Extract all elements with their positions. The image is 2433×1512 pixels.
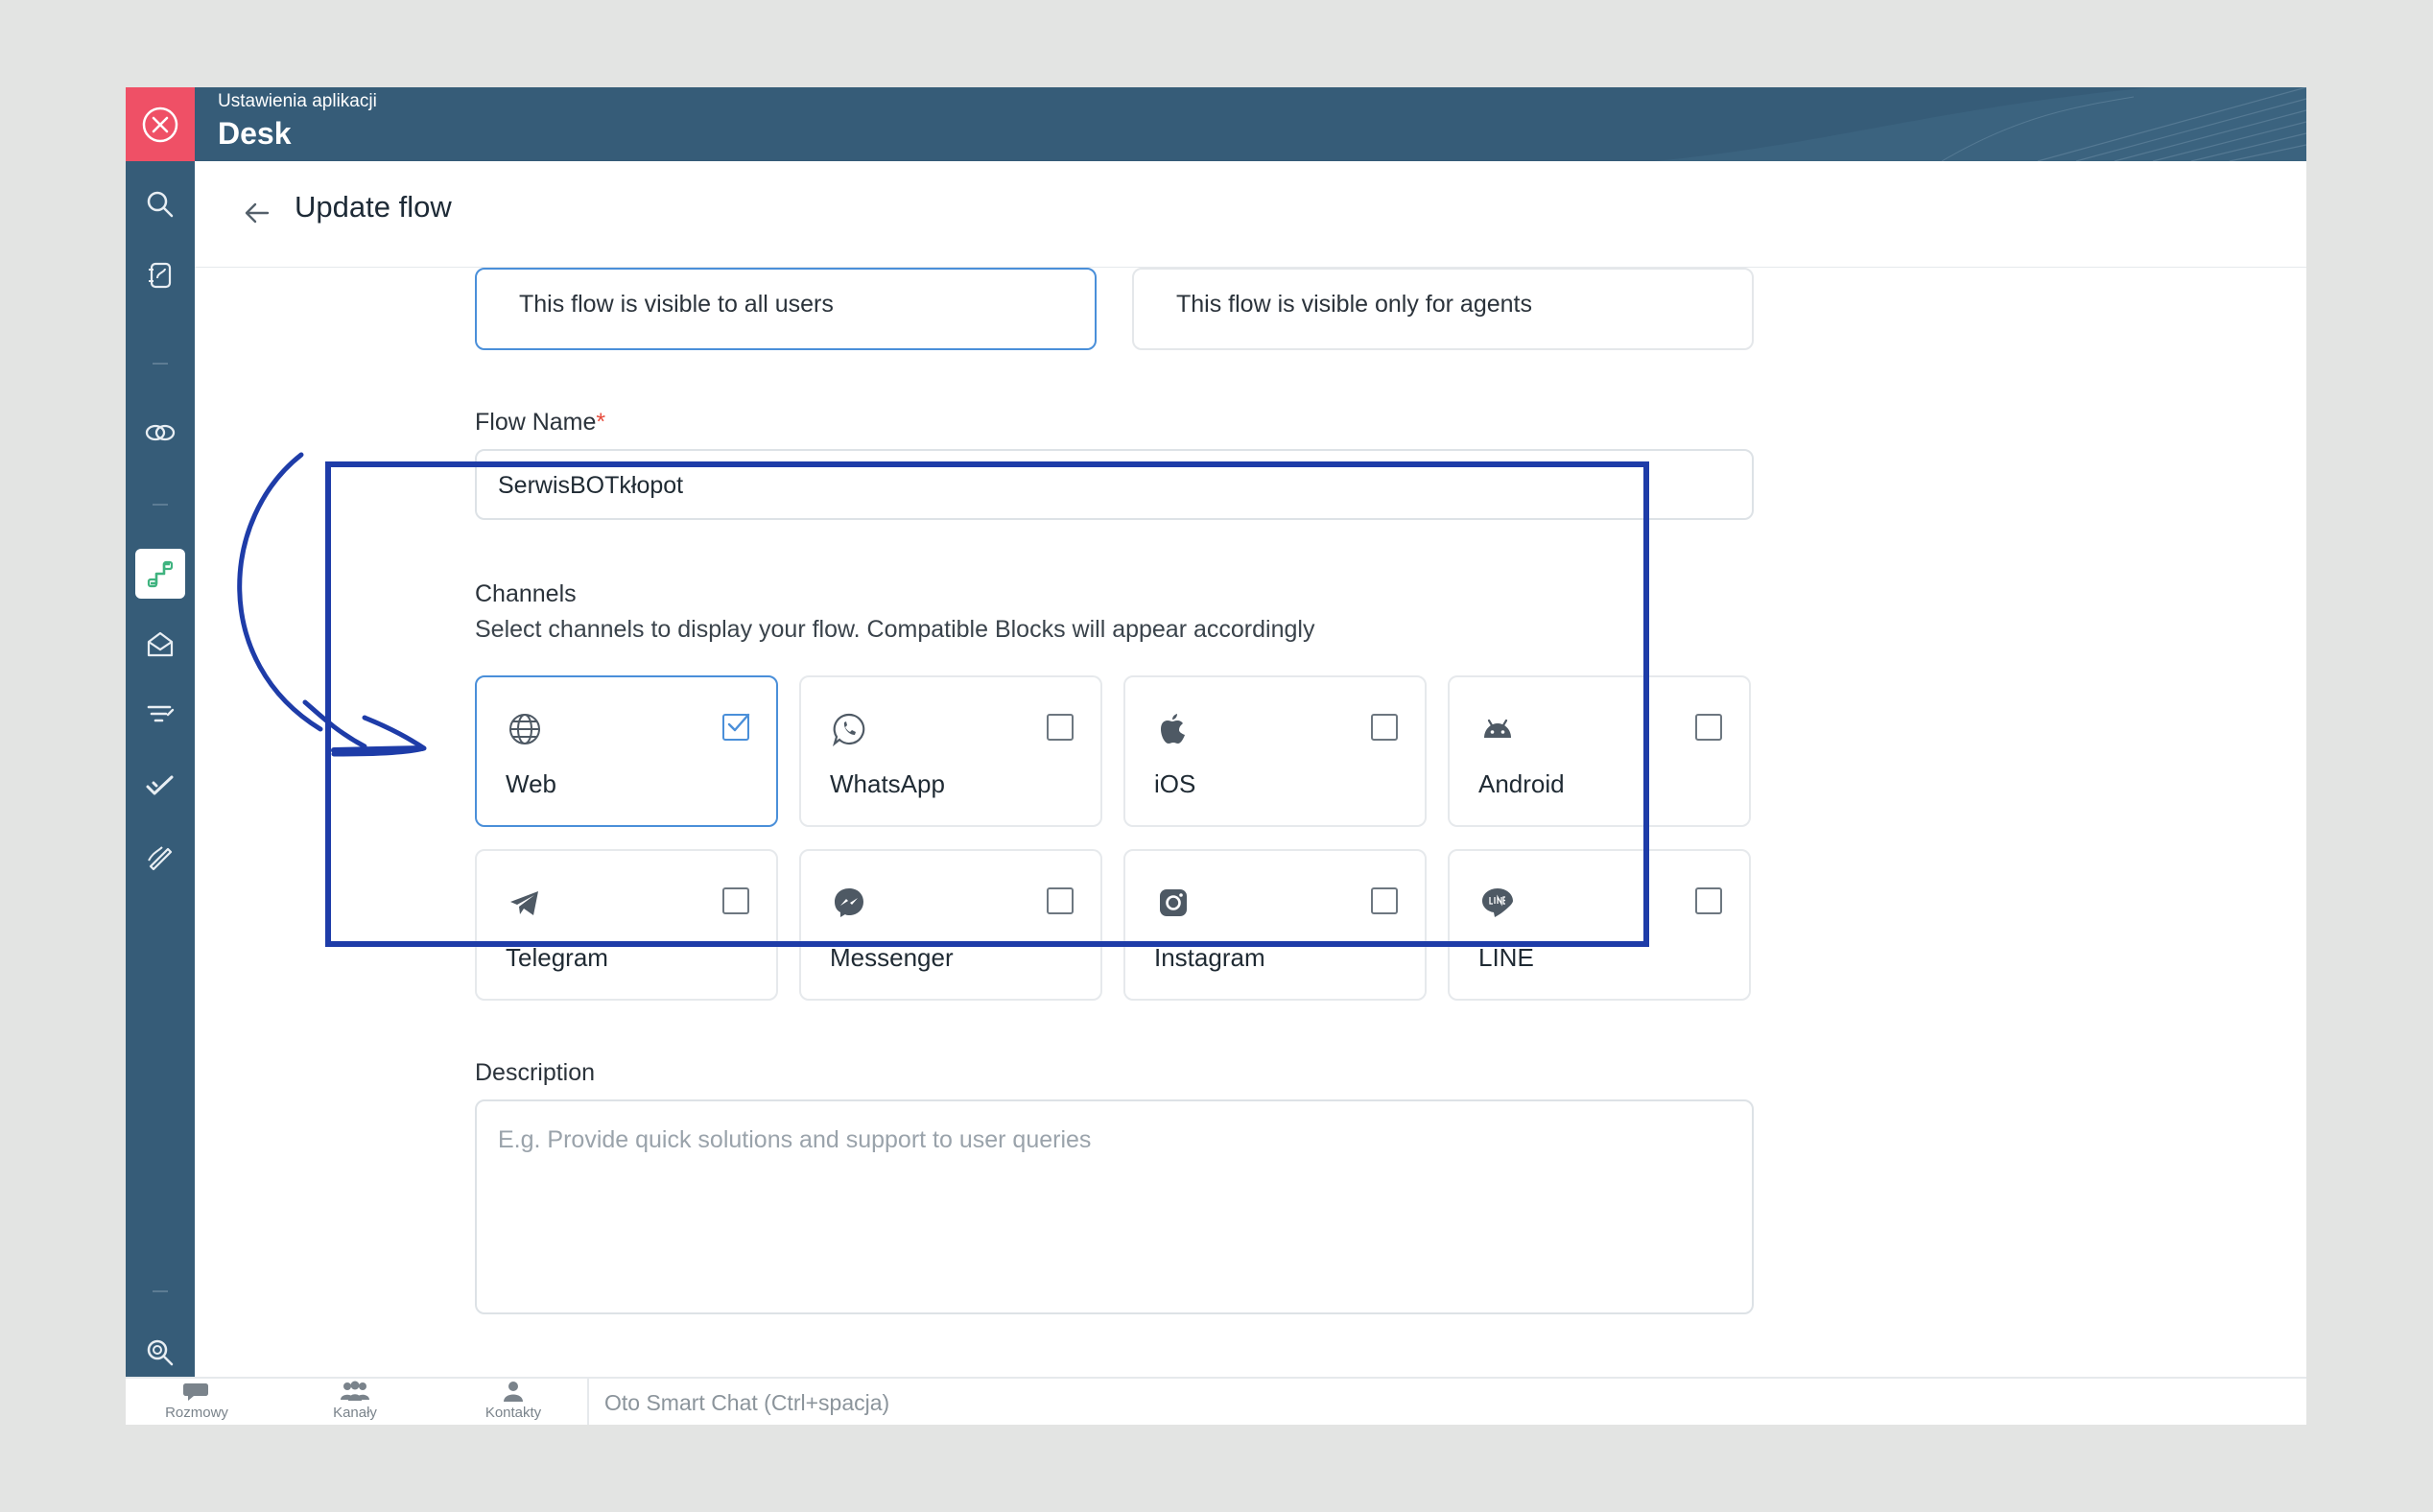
- flow-name-label: Flow Name*: [475, 409, 606, 436]
- filter-icon: [147, 705, 175, 722]
- channel-name: Telegram: [506, 943, 608, 972]
- description-placeholder: E.g. Provide quick solutions and support…: [498, 1126, 1092, 1153]
- link-icon: [145, 424, 176, 441]
- close-icon: [142, 106, 178, 142]
- visibility-option-all-users[interactable]: This flow is visible to all users: [475, 268, 1097, 350]
- pen-tool-icon: [148, 846, 173, 871]
- sidebar-separator: [153, 1290, 168, 1292]
- bottom-tab-label: Kanały: [333, 1405, 377, 1421]
- bottom-tab-label: Rozmowy: [165, 1405, 228, 1421]
- sidebar-integrations[interactable]: [126, 406, 195, 460]
- header-decoration: [1654, 87, 2306, 161]
- sidebar-tools[interactable]: [126, 830, 195, 884]
- zoom-icon: [147, 1339, 174, 1366]
- double-check-icon: [146, 775, 174, 795]
- sidebar-document[interactable]: [126, 248, 195, 302]
- description-label: Description: [475, 1059, 596, 1086]
- channel-checkbox-line[interactable]: [1695, 887, 1722, 914]
- page-header: Update flow: [195, 161, 2306, 268]
- channels-highlight-box: [325, 461, 1649, 947]
- sidebar-zoom[interactable]: [126, 1326, 195, 1380]
- visibility-option-agents[interactable]: This flow is visible only for agents: [1132, 268, 1754, 350]
- sidebar-routing[interactable]: [126, 688, 195, 742]
- required-mark: *: [596, 409, 606, 436]
- document-icon: [149, 262, 172, 289]
- bottom-tab-label: Kontakty: [484, 1405, 542, 1421]
- bottom-bar-divider: [587, 1379, 589, 1425]
- sidebar-search[interactable]: [126, 177, 195, 231]
- page-title: Update flow: [295, 190, 452, 224]
- channel-name: LINE: [1478, 943, 1534, 972]
- sidebar-flows-tile: [135, 549, 185, 599]
- person-icon: [504, 1382, 523, 1402]
- sidebar-separator: [153, 504, 168, 506]
- bottom-tab-channels[interactable]: Kanały: [297, 1381, 413, 1421]
- sidebar-inbox[interactable]: [126, 618, 195, 672]
- smart-chat-input[interactable]: Oto Smart Chat (Ctrl+spacja): [604, 1390, 889, 1416]
- app-title: Desk: [218, 116, 292, 151]
- visibility-option-text: This flow is visible to all users: [519, 291, 834, 318]
- search-icon: [147, 191, 174, 218]
- bottom-bar: Rozmowy Kanały Kontakty Oto Smart Chat (…: [126, 1377, 2306, 1425]
- group-icon: [341, 1381, 369, 1401]
- bottom-tab-conversations[interactable]: Rozmowy: [139, 1381, 254, 1421]
- chat-bubble-icon: [183, 1383, 208, 1401]
- annotation-arrow-icon: [237, 452, 427, 757]
- top-bar: Ustawienia aplikacji Desk: [126, 87, 2306, 161]
- inbox-icon: [147, 631, 174, 657]
- flow-icon: [147, 560, 174, 588]
- channel-name: Messenger: [830, 943, 954, 972]
- visibility-option-text: This flow is visible only for agents: [1176, 291, 1532, 318]
- channel-name: Instagram: [1154, 943, 1265, 972]
- back-arrow-icon[interactable]: [243, 200, 272, 226]
- app-subtitle: Ustawienia aplikacji: [218, 91, 377, 111]
- channel-checkbox-android[interactable]: [1695, 714, 1722, 741]
- description-textarea[interactable]: E.g. Provide quick solutions and support…: [475, 1099, 1754, 1314]
- sidebar: [126, 161, 195, 1425]
- close-app-button[interactable]: [126, 87, 195, 161]
- sidebar-approvals[interactable]: [126, 759, 195, 813]
- sidebar-separator: [153, 363, 168, 365]
- sidebar-flows[interactable]: [126, 547, 195, 601]
- bottom-tab-contacts[interactable]: Kontakty: [456, 1381, 571, 1421]
